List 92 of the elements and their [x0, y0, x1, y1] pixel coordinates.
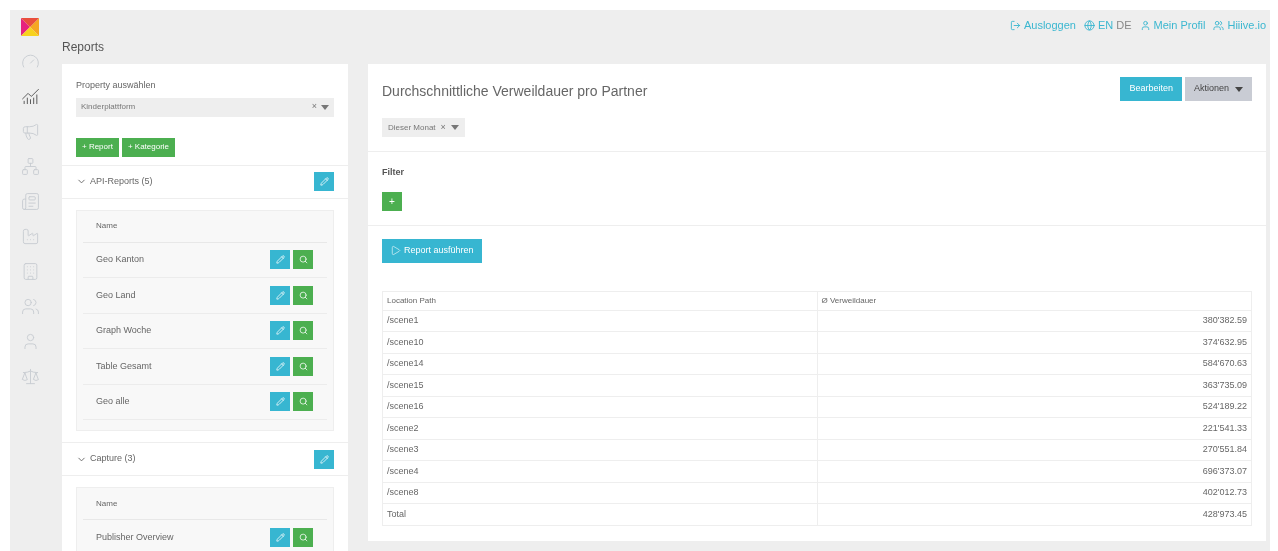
table-cell: /scene14 — [382, 353, 817, 375]
column-header: Name — [83, 210, 327, 243]
search-icon — [298, 361, 308, 371]
edit-button[interactable] — [270, 285, 290, 305]
report-name[interactable]: Geo alle — [96, 395, 270, 409]
search-icon — [298, 255, 308, 265]
search-icon — [298, 290, 308, 300]
search-icon — [298, 532, 308, 542]
report-title: Durchschnittliche Verweildauer pro Partner — [382, 82, 649, 101]
search-button[interactable] — [293, 527, 313, 547]
caret-icon — [321, 104, 329, 110]
search-button[interactable] — [293, 285, 313, 305]
logo-icon — [21, 18, 39, 36]
pencil-icon — [275, 397, 285, 407]
search-icon — [298, 397, 308, 407]
users-icon — [1213, 19, 1225, 31]
category-title[interactable]: API-Reports (5) — [90, 174, 314, 189]
pencil-icon — [275, 532, 285, 542]
table-cell: /scene8 — [382, 482, 817, 504]
scale-icon[interactable] — [20, 367, 40, 386]
pencil-icon — [319, 454, 329, 464]
table-cell: /scene15 — [382, 374, 817, 396]
report-name[interactable]: Geo Kanton — [96, 253, 270, 267]
report-name[interactable]: Table Gesamt — [96, 359, 270, 373]
edit-button[interactable] — [270, 356, 290, 376]
table-cell: 428'973.45 — [817, 503, 1252, 525]
pencil-icon — [319, 177, 329, 186]
pencil-icon — [275, 326, 285, 336]
clear-icon[interactable]: × — [440, 120, 446, 135]
edit-button[interactable] — [270, 250, 290, 270]
field-label: Property auswählen — [76, 79, 157, 92]
edit-button[interactable] — [270, 527, 290, 547]
play-icon — [390, 245, 401, 256]
period-select[interactable]: Dieser Monat × — [382, 118, 465, 137]
add-button[interactable]: + Report — [76, 137, 119, 157]
table-cell: 270'551.84 — [817, 439, 1252, 461]
edit-report-button[interactable]: Bearbeiten — [1120, 77, 1182, 101]
table-cell: 524'189.22 — [817, 396, 1252, 418]
category-title[interactable]: Capture (3) — [90, 452, 314, 466]
table-cell: 221'541.33 — [817, 417, 1252, 439]
pencil-icon — [275, 361, 285, 371]
table-cell: 402'012.73 — [817, 482, 1252, 504]
search-button[interactable] — [293, 356, 313, 376]
user-icon — [1139, 19, 1151, 31]
caret-icon — [450, 125, 459, 130]
table-cell: /scene4 — [382, 460, 817, 482]
search-button[interactable] — [293, 321, 313, 341]
column-header: Ø Verweildauer — [817, 291, 1252, 310]
search-button[interactable] — [293, 392, 313, 412]
edit-button[interactable] — [270, 321, 290, 341]
report-name[interactable]: Graph Woche — [96, 324, 270, 338]
megaphone-icon[interactable] — [20, 122, 40, 141]
network-icon[interactable] — [20, 157, 40, 176]
actions-dropdown[interactable]: Aktionen — [1184, 77, 1252, 101]
report-name[interactable]: Geo Land — [96, 288, 270, 302]
column-header: Name — [83, 488, 327, 520]
pencil-icon — [275, 255, 285, 265]
users-icon[interactable] — [20, 297, 40, 316]
language-link[interactable]: DE — [1116, 16, 1132, 34]
table-cell: 380'382.59 — [817, 310, 1252, 332]
table-cell: 696'373.07 — [817, 460, 1252, 482]
table-cell: /scene3 — [382, 439, 817, 461]
add-filter-button[interactable]: + — [382, 191, 402, 211]
search-icon — [298, 326, 308, 336]
table-cell: 584'670.63 — [817, 353, 1252, 375]
clear-icon[interactable]: × — [311, 100, 317, 114]
table-cell: /scene16 — [382, 396, 817, 418]
table-cell: /scene2 — [382, 417, 817, 439]
property-select[interactable]: Kinderplattform × — [76, 97, 334, 117]
table-cell: 363'735.09 — [817, 374, 1252, 396]
filter-label: Filter — [382, 166, 405, 179]
factory-icon[interactable] — [20, 227, 40, 246]
report-name[interactable]: Publisher Overview — [96, 530, 270, 544]
search-button[interactable] — [293, 250, 313, 270]
edit-button[interactable] — [314, 449, 334, 469]
column-header: Location Path — [382, 291, 817, 310]
add-button[interactable]: + Kategorie — [121, 137, 176, 157]
edit-button[interactable] — [270, 392, 290, 412]
caret-icon — [1235, 86, 1243, 92]
chart-icon[interactable] — [20, 87, 40, 106]
table-cell: 374'632.95 — [817, 331, 1252, 353]
globe-icon — [1083, 19, 1095, 31]
newspaper-icon[interactable] — [20, 192, 40, 211]
edit-button[interactable] — [314, 172, 334, 191]
gauge-icon[interactable] — [20, 52, 40, 71]
pencil-icon — [275, 290, 285, 300]
page-title: Reports — [62, 39, 106, 56]
run-report-button[interactable]: Report ausführen — [382, 238, 482, 263]
table-cell: /scene10 — [382, 331, 817, 353]
table-cell: /scene1 — [382, 310, 817, 332]
table-cell: Total — [382, 503, 817, 525]
logout-icon — [1009, 19, 1021, 31]
